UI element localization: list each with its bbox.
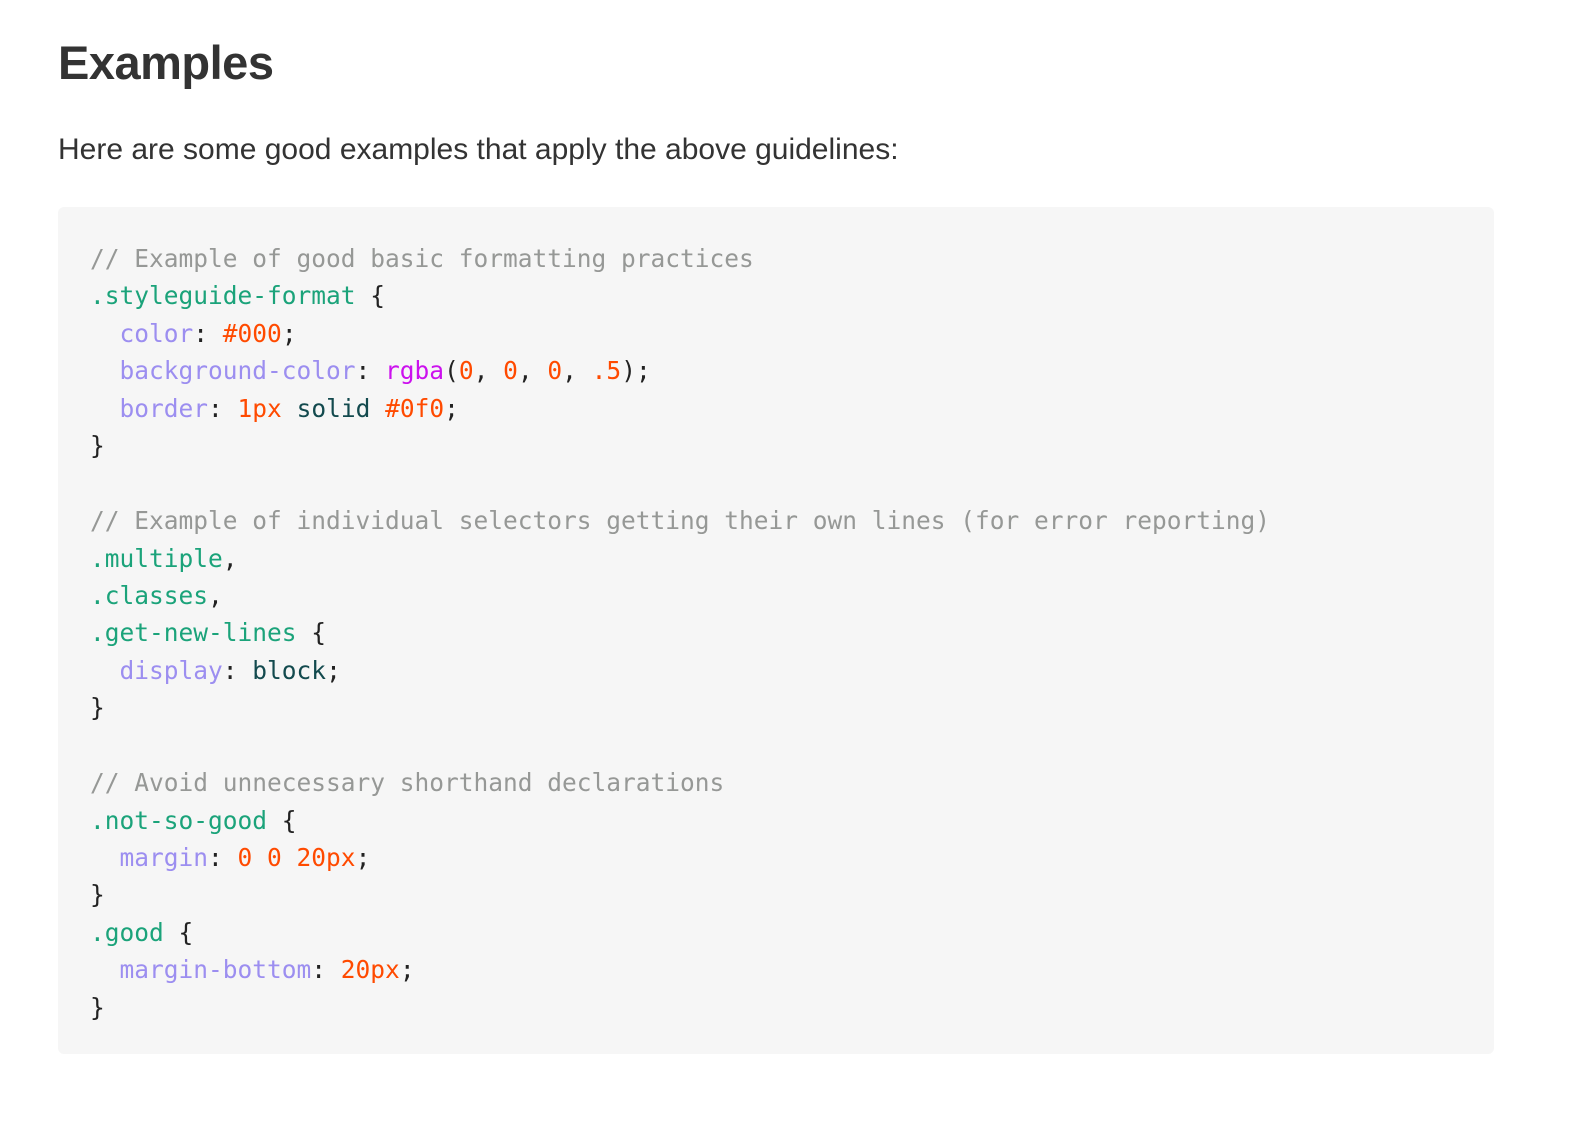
code-token-punct: : <box>355 356 386 386</box>
code-line: .not-so-good { <box>90 802 1494 839</box>
code-token-punct: } <box>90 992 105 1022</box>
code-token-comment: // Example of good basic formatting prac… <box>90 244 754 273</box>
code-line: .classes, <box>90 577 1494 614</box>
code-line: .get-new-lines { <box>90 614 1494 651</box>
code-token-punct: : <box>222 655 253 685</box>
code-line: display: block; <box>90 652 1494 689</box>
code-token-number: 20px <box>340 955 400 985</box>
code-token-comment: // Avoid unnecessary shorthand declarati… <box>90 768 725 798</box>
code-token-comment: // Example of individual selectors getti… <box>90 506 1271 536</box>
code-token-number: 1px <box>237 393 282 423</box>
code-token-punct: : <box>193 318 223 348</box>
code-token-punct <box>90 394 120 423</box>
code-token-property: color <box>119 318 194 348</box>
code-token-punct: { <box>163 917 194 947</box>
code-token-selector: .multiple <box>90 543 223 573</box>
code-token-punct: ; <box>399 955 415 985</box>
code-token-punct: ; <box>444 393 459 423</box>
code-token-punct: ( <box>444 356 459 386</box>
code-token-function: rgba <box>385 356 445 386</box>
code-token-selector: .not-so-good <box>90 805 268 835</box>
code-token-punct <box>90 843 120 872</box>
code-line: } <box>90 989 1494 1026</box>
code-line: } <box>90 689 1494 726</box>
code-token-number: 0 <box>458 356 474 386</box>
code-token-number: 0 <box>547 356 563 386</box>
code-token-selector: .styleguide-format <box>90 281 356 311</box>
code-token-selector: .classes <box>90 580 209 610</box>
code-line: .multiple, <box>90 540 1494 577</box>
code-block: // Example of good basic formatting prac… <box>58 207 1494 1054</box>
code-token-punct: ; <box>326 655 341 685</box>
page-title: Examples <box>58 36 274 89</box>
code-token-selector: .good <box>90 917 164 947</box>
code-line: } <box>90 876 1494 913</box>
code-token-property: border <box>119 393 209 423</box>
code-token-number: .5 <box>591 356 622 386</box>
code-token-number: 0 0 20px <box>237 843 356 872</box>
code-token-keyword: block <box>252 655 327 685</box>
code-line: .styleguide-format { <box>90 277 1494 314</box>
code-token-punct: : <box>208 843 238 872</box>
code-line: margin-bottom: 20px; <box>90 951 1494 988</box>
code-line: border: 1px solid #0f0; <box>90 390 1494 427</box>
code-token-punct: { <box>267 805 297 835</box>
code-token-punct: } <box>90 431 105 461</box>
code-line: // Avoid unnecessary shorthand declarati… <box>90 764 1494 801</box>
code-token-punct: } <box>90 693 105 723</box>
code-token-punct: , <box>562 356 592 386</box>
code-token-punct <box>90 356 120 385</box>
code-token-punct: ); <box>621 356 651 386</box>
code-token-number: #000 <box>222 318 282 348</box>
code-token-property: margin <box>119 843 209 872</box>
code-token-punct: { <box>296 618 327 648</box>
code-token-punct: , <box>222 543 238 573</box>
code-token-punct: , <box>473 356 504 386</box>
code-token-number: #0f0 <box>385 393 445 423</box>
code-line: } <box>90 427 1494 464</box>
code-token-number: 0 <box>503 356 518 386</box>
code-token-punct: , <box>517 356 548 386</box>
code-token-punct: ; <box>355 843 371 872</box>
code-token-selector: .get-new-lines <box>90 618 297 648</box>
code-line: .good { <box>90 914 1494 951</box>
intro-paragraph: Here are some good examples that apply t… <box>58 133 899 166</box>
code-token-punct <box>90 319 120 348</box>
code-line: background-color: rgba(0, 0, 0, .5); <box>90 352 1494 389</box>
code-token-punct: { <box>355 281 386 311</box>
code-token-property: display <box>119 655 223 685</box>
code-line: margin: 0 0 20px; <box>90 839 1494 876</box>
code-token-punct: } <box>90 880 105 910</box>
code-token-property: margin-bottom <box>119 955 312 985</box>
code-line: // Example of good basic formatting prac… <box>90 240 1494 277</box>
code-line: color: #000; <box>90 315 1494 352</box>
code-token-punct: : <box>208 393 238 423</box>
code-listing: // Example of good basic formatting prac… <box>90 240 1494 1026</box>
code-token-punct <box>90 955 120 984</box>
code-token-property: background-color <box>119 356 356 386</box>
code-token-punct: , <box>208 580 223 610</box>
code-token-punct: ; <box>281 318 297 348</box>
code-token-keyword: solid <box>281 393 386 423</box>
code-line: // Example of individual selectors getti… <box>90 502 1494 539</box>
code-token-punct <box>90 656 120 685</box>
code-token-punct: : <box>311 955 341 985</box>
